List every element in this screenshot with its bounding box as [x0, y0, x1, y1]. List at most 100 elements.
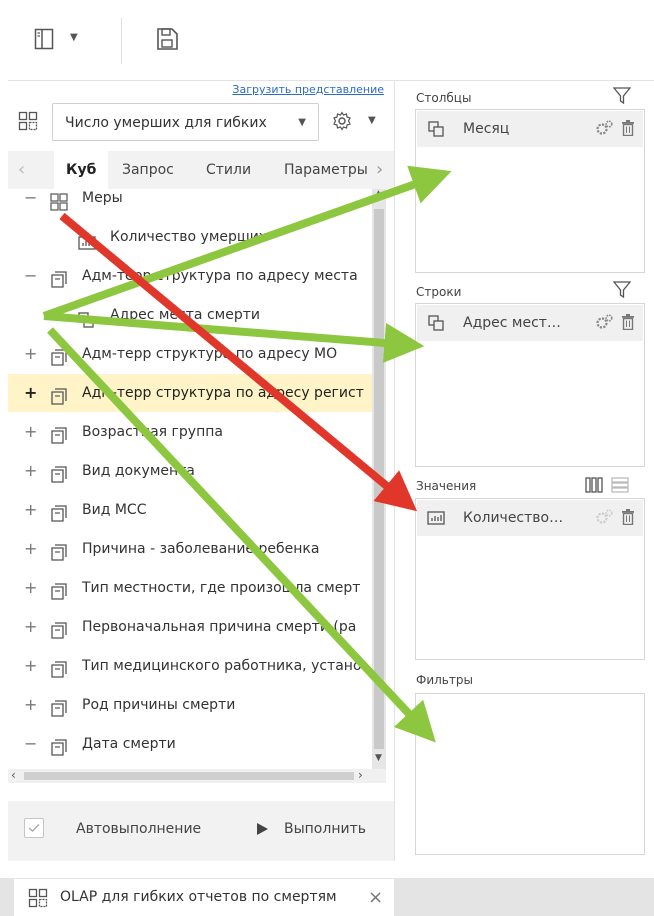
close-icon[interactable]: × — [368, 879, 383, 916]
gear-icon[interactable] — [595, 314, 613, 330]
toolbar: ▼ — [0, 0, 654, 80]
collapse-toggle[interactable]: − — [24, 189, 37, 217]
save-icon[interactable] — [155, 27, 179, 51]
tree-row[interactable]: + Первоначальная причина смерти (ра — [8, 608, 372, 646]
play-icon — [257, 823, 268, 835]
tree-row-label: Первоначальная причина смерти (ра — [82, 619, 357, 635]
tree-row[interactable]: + Вид МСС — [8, 491, 372, 529]
tree-row[interactable]: + Возрастная группа — [8, 413, 372, 451]
load-view-link[interactable]: Загрузить представление — [232, 83, 384, 96]
tab-query[interactable]: Запрос — [122, 151, 174, 189]
trash-icon[interactable] — [621, 120, 635, 136]
hierarchy-icon — [428, 315, 444, 331]
tree-row-label: Причина - заболевание ребенка — [82, 541, 320, 557]
expand-toggle[interactable]: + — [52, 296, 65, 334]
values-chip[interactable]: Количество… — [417, 500, 643, 536]
expand-toggle[interactable]: + — [24, 647, 37, 685]
vertical-scrollbar-thumb[interactable] — [374, 209, 384, 749]
hierarchy-icon — [428, 121, 444, 137]
measure-icon — [427, 511, 445, 525]
trash-icon[interactable] — [621, 509, 635, 525]
tree-row[interactable]: + Адрес места смерти — [8, 296, 372, 334]
gear-icon[interactable] — [595, 120, 613, 136]
run-button-label: Выполнить — [284, 821, 366, 837]
chevron-down-icon: ▼ — [70, 32, 78, 43]
tree-row[interactable]: + Род причины смерти — [8, 686, 372, 724]
tree-row[interactable]: Количество умерших — [8, 218, 372, 256]
scroll-up-arrow[interactable]: ▲ — [375, 189, 382, 199]
autorun-checkbox[interactable] — [24, 818, 44, 838]
layout-toggle-button[interactable]: ▼ — [30, 26, 90, 56]
tree-row-label: Род причины смерти — [82, 697, 236, 713]
scroll-down-arrow[interactable]: ▼ — [375, 753, 382, 763]
tree-row[interactable]: − Адм-терр структура по адресу места — [8, 257, 372, 295]
panel-tabs: ‹ Куб Запрос Стили Параметры › — [8, 151, 394, 189]
run-button[interactable]: Выполнить — [254, 811, 384, 847]
gear-icon[interactable] — [595, 509, 613, 525]
tree-row[interactable]: − Дата смерти — [8, 725, 372, 763]
tree-row-label: Адм-терр структура по адресу места — [82, 268, 358, 284]
expand-toggle[interactable]: + — [24, 686, 37, 724]
cube-select-icon[interactable] — [18, 111, 38, 131]
tree-row[interactable]: + Тип медицинского работника, устано — [8, 647, 372, 685]
run-footer: Автовыполнение Выполнить — [8, 801, 394, 861]
horizontal-scrollbar-thumb[interactable] — [24, 772, 354, 780]
values-as-columns-icon[interactable] — [585, 477, 603, 493]
measure-icon — [78, 227, 96, 250]
scroll-left-arrow[interactable]: ‹ — [11, 768, 16, 782]
expand-toggle[interactable]: + — [24, 530, 37, 568]
rows-drop-zone[interactable]: Адрес мест… — [415, 303, 645, 467]
filter-icon[interactable] — [613, 87, 631, 105]
expand-toggle[interactable]: + — [24, 491, 37, 529]
document-tab-label: OLAP для гибких отчетов по смертям — [60, 889, 337, 905]
values-chip-label: Количество… — [463, 510, 564, 526]
chevron-down-icon: ▼ — [298, 117, 306, 128]
tree-row[interactable]: + Адм-терр структура по адресу МО — [8, 335, 372, 373]
chevron-down-icon: ▼ — [368, 115, 376, 126]
expand-toggle[interactable]: + — [24, 374, 37, 412]
rows-chip[interactable]: Адрес мест… — [417, 305, 643, 341]
columns-chip[interactable]: Месяц — [417, 111, 643, 147]
scroll-right-arrow[interactable]: › — [358, 768, 363, 782]
measures-group-icon — [50, 189, 68, 211]
tree-row[interactable]: − Меры — [8, 189, 372, 217]
tabs-scroll-right[interactable]: › — [376, 151, 383, 189]
panel-layout-icon — [34, 28, 54, 50]
tree-row-label: Количество умерших — [110, 229, 268, 245]
expand-toggle[interactable]: + — [24, 608, 37, 646]
values-as-rows-icon[interactable] — [611, 477, 629, 493]
dimension-icon — [50, 500, 68, 522]
filters-drop-zone[interactable] — [415, 693, 645, 855]
values-zone-title: Значения — [416, 479, 477, 493]
expand-toggle[interactable]: + — [24, 569, 37, 607]
tabs-scroll-left[interactable]: ‹ — [18, 151, 25, 189]
expand-toggle[interactable]: + — [24, 452, 37, 490]
settings-menu-button[interactable]: ▼ — [330, 109, 380, 135]
filter-icon[interactable] — [613, 281, 631, 299]
tree-row[interactable]: + Тип местности, где произошла смерт — [8, 569, 372, 607]
tab-cube[interactable]: Куб — [54, 151, 109, 189]
tree-row[interactable]: + Адм-терр структура по адресу регист — [8, 374, 372, 412]
values-drop-zone[interactable]: Количество… — [415, 498, 645, 660]
tree-row[interactable]: + Причина - заболевание ребенка — [8, 530, 372, 568]
columns-drop-zone[interactable]: Месяц — [415, 109, 645, 273]
expand-toggle[interactable]: + — [24, 335, 37, 373]
measure-select[interactable]: Число умерших для гибких ▼ — [52, 103, 319, 141]
layout-panel: Столбцы Месяц Строки Адрес мест… Значени… — [407, 81, 654, 861]
collapse-toggle[interactable]: − — [24, 725, 37, 763]
tree-row[interactable]: + Вид документа — [8, 452, 372, 490]
tab-parameters[interactable]: Параметры — [284, 151, 368, 189]
expand-toggle[interactable]: + — [24, 413, 37, 451]
collapse-toggle[interactable]: − — [24, 257, 37, 295]
olap-cube-icon — [28, 888, 48, 908]
tab-styles[interactable]: Стили — [206, 151, 251, 189]
dimension-icon — [50, 578, 68, 600]
trash-icon[interactable] — [621, 314, 635, 330]
toolbar-separator — [121, 18, 122, 64]
gear-icon — [333, 111, 351, 131]
dimension-icon — [50, 344, 68, 366]
columns-zone-title: Столбцы — [416, 91, 472, 105]
dimension-icon — [50, 617, 68, 639]
tree-row-label: Тип местности, где произошла смерт — [82, 580, 361, 596]
document-tab[interactable]: OLAP для гибких отчетов по смертям × — [14, 879, 394, 916]
